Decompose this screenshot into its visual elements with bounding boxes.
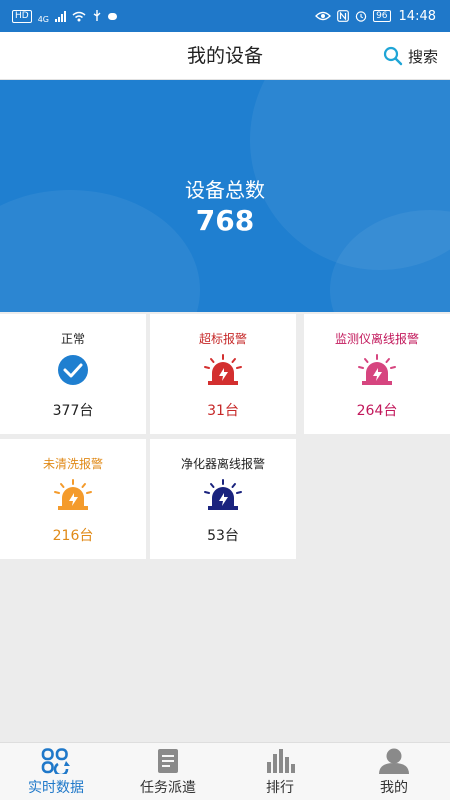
alarm-siren-icon	[358, 354, 396, 385]
hd-icon: HD	[12, 9, 32, 23]
search-label: 搜索	[407, 47, 438, 66]
tab-label: 实时数据	[28, 780, 84, 796]
signal-icon	[55, 10, 66, 22]
status-card-purifier-offline[interactable]: 净化器离线报警 53台	[150, 439, 296, 559]
card-count: 377台	[52, 403, 94, 419]
alarm-clock-icon	[355, 11, 367, 22]
status-card-monitor-offline[interactable]: 监测仪离线报警 264台	[304, 314, 450, 434]
tab-label: 我的	[380, 780, 408, 796]
card-count: 264台	[356, 403, 398, 419]
check-circle-icon	[58, 355, 88, 385]
app-header: 我的设备 搜索	[0, 32, 450, 80]
usb-icon	[93, 10, 101, 21]
bottom-tab-bar: 实时数据 任务派遣 排行 我的	[0, 742, 450, 800]
status-card-not-cleaned[interactable]: 未清洗报警 216台	[0, 439, 146, 559]
search-icon	[383, 46, 403, 66]
chat-notification-icon	[108, 12, 117, 20]
tab-realtime-data[interactable]: 实时数据	[0, 743, 112, 800]
tab-ranking[interactable]: 排行	[224, 743, 336, 800]
network-type: 4G	[37, 14, 49, 24]
card-count: 31台	[207, 403, 239, 419]
status-bar: HD 4G 96 14:48	[0, 0, 450, 32]
device-total-label: 设备总数	[185, 178, 265, 202]
bar-chart-icon	[267, 749, 295, 773]
tab-task-dispatch[interactable]: 任务派遣	[112, 743, 224, 800]
card-title: 净化器离线报警	[180, 457, 265, 471]
nfc-icon	[337, 10, 349, 22]
clock-time: 14:48	[398, 8, 436, 24]
device-total-value: 768	[195, 204, 255, 237]
alarm-siren-icon	[204, 354, 242, 385]
card-title: 正常	[60, 332, 85, 346]
tab-label: 排行	[266, 780, 294, 796]
user-icon	[379, 748, 409, 774]
wifi-icon	[72, 11, 86, 21]
eye-icon	[315, 11, 331, 21]
battery-icon: 96	[373, 10, 391, 22]
alarm-siren-icon	[54, 479, 92, 510]
document-icon	[158, 749, 178, 773]
realtime-grid-icon	[41, 748, 70, 774]
search-button[interactable]: 搜索	[383, 32, 438, 80]
card-count: 216台	[52, 528, 94, 544]
device-total-banner: 设备总数 768	[0, 80, 450, 312]
card-title: 监测仪离线报警	[334, 332, 419, 346]
status-card-over-limit[interactable]: 超标报警 31台	[150, 314, 296, 434]
card-count: 53台	[207, 528, 239, 544]
card-title: 超标报警	[198, 332, 247, 346]
tab-mine[interactable]: 我的	[338, 743, 450, 800]
alarm-siren-icon	[204, 479, 242, 510]
card-title: 未清洗报警	[42, 457, 103, 471]
status-card-normal[interactable]: 正常 377台	[0, 314, 146, 434]
tab-label: 任务派遣	[140, 780, 196, 796]
